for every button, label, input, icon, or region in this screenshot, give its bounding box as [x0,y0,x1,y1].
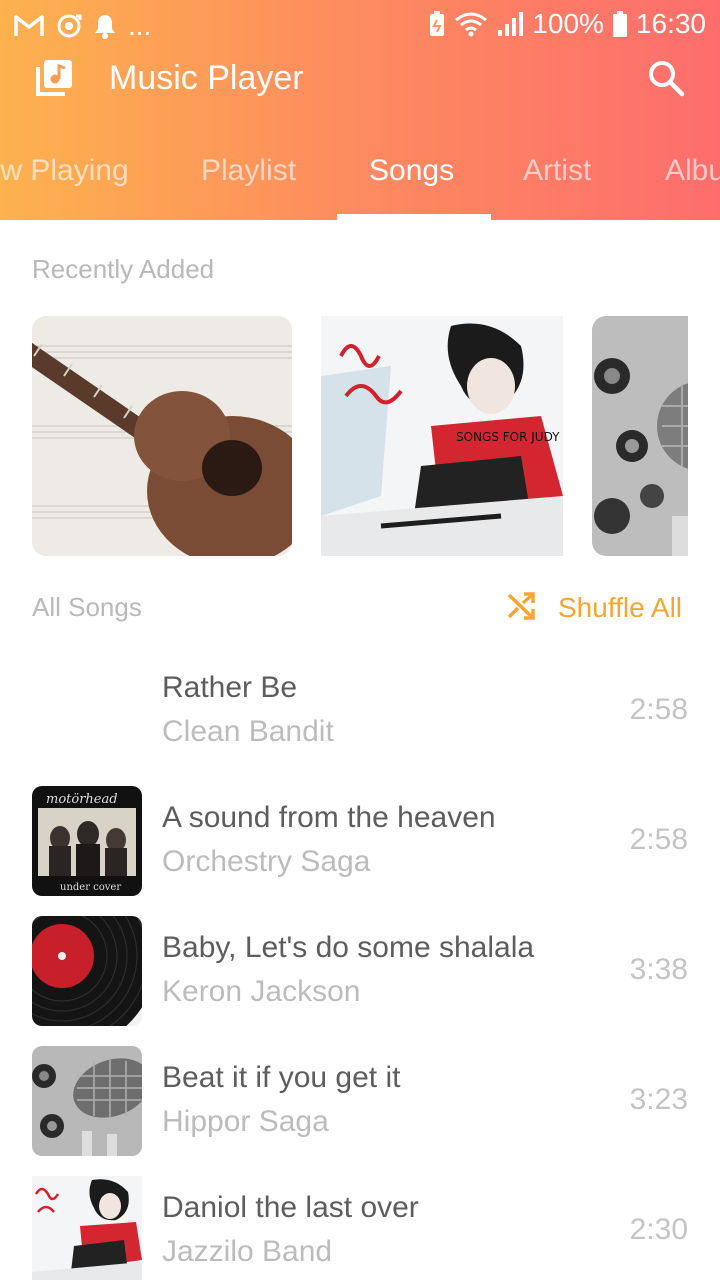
song-row[interactable]: Beat it if you get it Hippor Saga 3:23 [0,1046,720,1156]
tab-indicator [337,214,491,220]
song-title: A sound from the heaven [162,801,496,834]
song-duration: 2:58 [629,693,688,726]
song-artist: Keron Jackson [162,975,361,1008]
album-art-vinyl [32,916,142,1026]
battery-icon [612,10,628,38]
song-row[interactable]: Rather Be Clean Bandit 2:58 [0,656,720,766]
song-artist: Hippor Saga [162,1105,329,1138]
notification-bell-icon [94,13,116,39]
song-row[interactable]: Daniol the last over Jazzilo Band 2:30 [0,1176,720,1280]
song-title: Daniol the last over [162,1191,419,1224]
tab-now-playing[interactable]: Now Playing [0,152,129,190]
wifi-icon [454,10,488,38]
svg-text:SONGS FOR JUDY: SONGS FOR JUDY [456,430,560,444]
battery-percent: 100% [532,8,604,39]
music-library-icon [34,58,74,98]
search-icon[interactable] [644,56,688,100]
svg-text:under cover: under cover [60,882,121,893]
tab-songs[interactable]: Songs [369,152,454,190]
recently-added-heading: Recently Added [32,254,215,284]
recent-album-mixer[interactable] [592,316,688,556]
song-title: Beat it if you get it [162,1061,401,1094]
shuffle-all-button[interactable]: Shuffle All [506,588,682,628]
app-title: Music Player [109,59,304,97]
song-row[interactable]: Baby, Let's do some shalala Keron Jackso… [0,916,720,1026]
status-bar: ... 100% 16:30 [0,0,720,48]
song-duration: 3:23 [629,1083,688,1116]
song-duration: 2:30 [629,1213,688,1246]
shuffle-icon [506,591,538,626]
status-overflow: ... [128,10,152,41]
song-artist: Jazzilo Band [162,1235,333,1268]
song-artist: Clean Bandit [162,715,334,748]
recent-album-ukulele[interactable] [32,316,292,556]
shuffle-all-label: Shuffle All [558,592,683,623]
all-songs-heading: All Songs [32,592,142,622]
album-art-microphone [32,1046,142,1156]
sync-icon [56,13,82,39]
svg-text:motörhead: motörhead [46,792,118,807]
album-art-motorhead: motörhead under cover [32,786,142,896]
recently-added-carousel[interactable]: SONGS FOR JUDY [32,316,688,556]
toolbar: Music Player [0,48,720,112]
song-row[interactable]: motörhead under cover A sound from the h… [0,786,720,896]
status-right: 100% 16:30 [428,6,706,42]
app-header: ... 100% 16:30 Music Player w Playing Pl… [0,0,720,220]
song-title: Baby, Let's do some shalala [162,931,535,964]
clock: 16:30 [635,8,706,39]
status-left: ... [14,8,151,44]
album-art-neil-young [32,1176,142,1280]
song-duration: 2:58 [629,823,688,856]
signal-icon [496,10,524,38]
tab-artist[interactable]: Artist [523,152,591,190]
gmail-icon [14,14,44,38]
tab-bar: Now Playing Playlist Songs Artist Albums [0,140,720,220]
recent-album-neil-young[interactable]: SONGS FOR JUDY [321,316,563,556]
tab-playlist[interactable]: Playlist [201,152,296,190]
song-title: Rather Be [162,671,298,704]
tab-albums[interactable]: Albums [665,152,720,190]
song-artist: Orchestry Saga [162,845,371,878]
battery-saver-icon [428,10,446,38]
song-duration: 3:38 [629,953,688,986]
